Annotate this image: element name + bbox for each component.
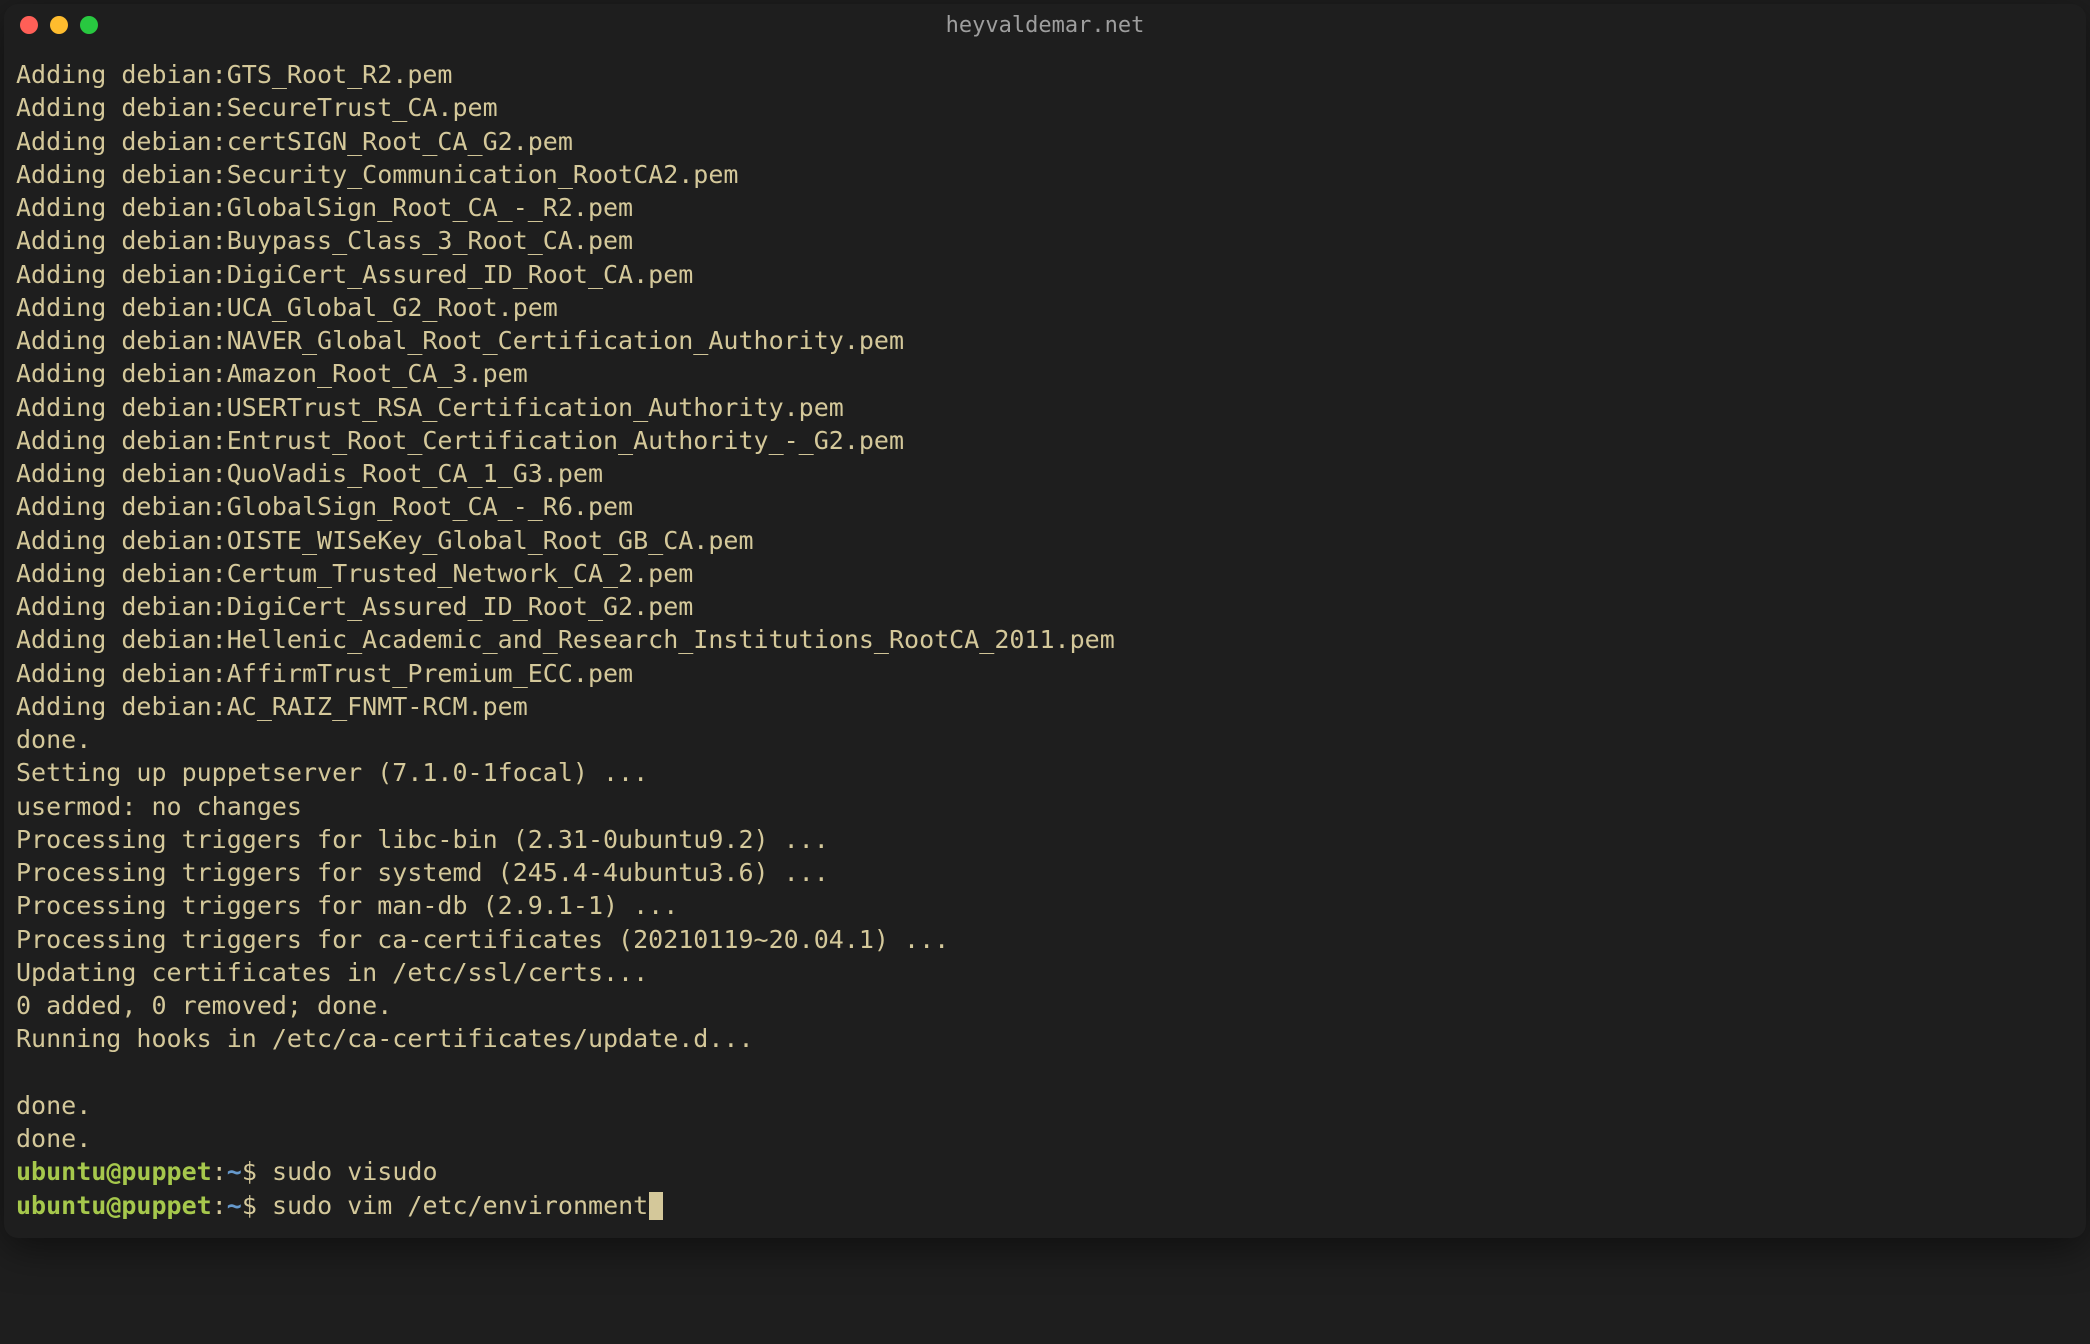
terminal-output-line: Updating certificates in /etc/ssl/certs.… [16,956,2074,989]
terminal-window: heyvaldemar.net Adding debian:GTS_Root_R… [4,4,2086,1238]
terminal-prompt-line: ubuntu@puppet:~$ sudo vim /etc/environme… [16,1189,2074,1222]
terminal-output-line: Adding debian:Hellenic_Academic_and_Rese… [16,623,2074,656]
titlebar: heyvaldemar.net [4,4,2086,46]
maximize-icon[interactable] [80,16,98,34]
cursor-icon [649,1192,663,1220]
prompt-colon: : [212,1191,227,1220]
terminal-body[interactable]: Adding debian:GTS_Root_R2.pemAdding debi… [4,46,2086,1238]
terminal-output-line: Adding debian:Entrust_Root_Certification… [16,424,2074,457]
terminal-output-line: Running hooks in /etc/ca-certificates/up… [16,1022,2074,1055]
terminal-output-line: Adding debian:USERTrust_RSA_Certificatio… [16,391,2074,424]
terminal-output-line: Adding debian:NAVER_Global_Root_Certific… [16,324,2074,357]
terminal-output-line: done. [16,723,2074,756]
terminal-output-line: Setting up puppetserver (7.1.0-1focal) .… [16,756,2074,789]
terminal-output-line [16,1056,2074,1089]
terminal-prompt-line: ubuntu@puppet:~$ sudo visudo [16,1155,2074,1188]
terminal-output-line: Adding debian:Certum_Trusted_Network_CA_… [16,557,2074,590]
terminal-output-line: Adding debian:DigiCert_Assured_ID_Root_C… [16,258,2074,291]
prompt-path: ~ [227,1157,242,1186]
terminal-output-line: Adding debian:UCA_Global_G2_Root.pem [16,291,2074,324]
terminal-output-line: done. [16,1089,2074,1122]
terminal-output-line: Adding debian:GTS_Root_R2.pem [16,58,2074,91]
close-icon[interactable] [20,16,38,34]
terminal-output-line: Processing triggers for ca-certificates … [16,923,2074,956]
window-title: heyvaldemar.net [946,13,1145,38]
terminal-output-line: Processing triggers for systemd (245.4-4… [16,856,2074,889]
terminal-output-line: Adding debian:DigiCert_Assured_ID_Root_G… [16,590,2074,623]
terminal-output-line: Adding debian:certSIGN_Root_CA_G2.pem [16,125,2074,158]
terminal-output-line: Adding debian:GlobalSign_Root_CA_-_R6.pe… [16,490,2074,523]
prompt-user: ubuntu [16,1191,106,1220]
prompt-symbol: $ [242,1191,257,1220]
terminal-output-line: Adding debian:GlobalSign_Root_CA_-_R2.pe… [16,191,2074,224]
terminal-output-line: usermod: no changes [16,790,2074,823]
prompt-user: ubuntu [16,1157,106,1186]
prompt-colon: : [212,1157,227,1186]
terminal-output-line: done. [16,1122,2074,1155]
terminal-output-line: Adding debian:OISTE_WISeKey_Global_Root_… [16,524,2074,557]
terminal-output-line: Adding debian:Amazon_Root_CA_3.pem [16,357,2074,390]
terminal-output-line: Adding debian:QuoVadis_Root_CA_1_G3.pem [16,457,2074,490]
prompt-path: ~ [227,1191,242,1220]
terminal-output-line: Adding debian:Security_Communication_Roo… [16,158,2074,191]
terminal-output-line: Adding debian:AC_RAIZ_FNMT-RCM.pem [16,690,2074,723]
terminal-output-line: Adding debian:SecureTrust_CA.pem [16,91,2074,124]
terminal-output-line: Processing triggers for libc-bin (2.31-0… [16,823,2074,856]
prompt-host: puppet [121,1191,211,1220]
prompt-command[interactable]: sudo visudo [272,1157,438,1186]
prompt-at: @ [106,1157,121,1186]
minimize-icon[interactable] [50,16,68,34]
prompt-command[interactable]: sudo vim /etc/environment [272,1191,648,1220]
terminal-output-line: Adding debian:AffirmTrust_Premium_ECC.pe… [16,657,2074,690]
traffic-lights [20,16,98,34]
prompt-host: puppet [121,1157,211,1186]
prompt-at: @ [106,1191,121,1220]
prompt-symbol: $ [242,1157,257,1186]
terminal-output-line: 0 added, 0 removed; done. [16,989,2074,1022]
terminal-output-line: Adding debian:Buypass_Class_3_Root_CA.pe… [16,224,2074,257]
terminal-output-line: Processing triggers for man-db (2.9.1-1)… [16,889,2074,922]
